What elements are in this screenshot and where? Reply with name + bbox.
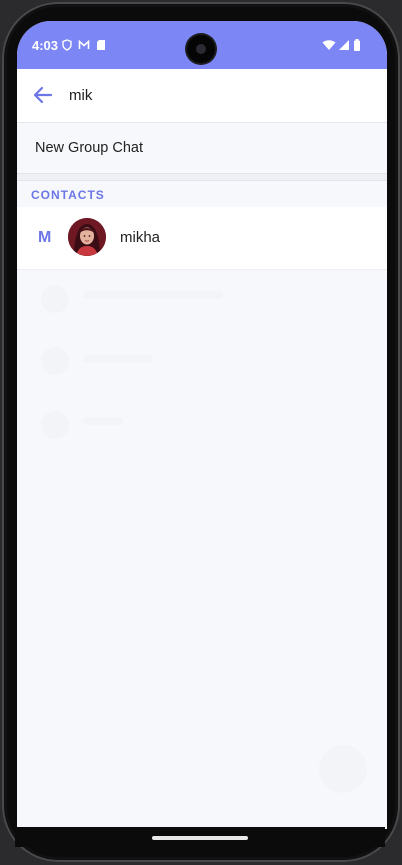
phone-frame: 4:03 mik New Group Chat CONTACTS M mikha (2, 2, 400, 862)
ghost-avatar (41, 411, 69, 439)
section-divider (17, 174, 387, 181)
shield-icon (62, 39, 72, 51)
contact-index-letter: M (38, 229, 52, 246)
search-bar (17, 69, 387, 123)
contact-name: mikha (120, 229, 161, 246)
ghost-line (83, 291, 223, 299)
status-bar: 4:03 (17, 21, 387, 69)
signal-icon (339, 40, 349, 50)
wifi-icon (322, 40, 336, 50)
arrow-left-icon[interactable] (31, 83, 55, 107)
floating-action-ghost (319, 745, 367, 793)
search-input[interactable] (69, 83, 369, 107)
app-screen: 4:03 mik New Group Chat CONTACTS M mikha (17, 21, 387, 829)
contacts-section-header: CONTACTS (31, 188, 105, 202)
new-group-chat-button[interactable]: New Group Chat (17, 123, 387, 174)
battery-icon (354, 39, 360, 51)
status-time: 4:03 (32, 38, 59, 53)
contact-row-mikha[interactable]: M mikha (17, 207, 387, 270)
home-gesture-pill[interactable] (152, 836, 248, 840)
profile-photo-icon (68, 218, 106, 256)
ghost-avatar (41, 285, 69, 313)
sd-card-icon (97, 40, 105, 50)
gmail-icon (78, 39, 90, 49)
ghost-line (83, 417, 123, 425)
front-camera (187, 35, 215, 63)
avatar (68, 218, 106, 256)
new-group-chat-label: New Group Chat (35, 140, 143, 156)
ghost-line (83, 355, 153, 363)
ghost-avatar (41, 347, 69, 375)
